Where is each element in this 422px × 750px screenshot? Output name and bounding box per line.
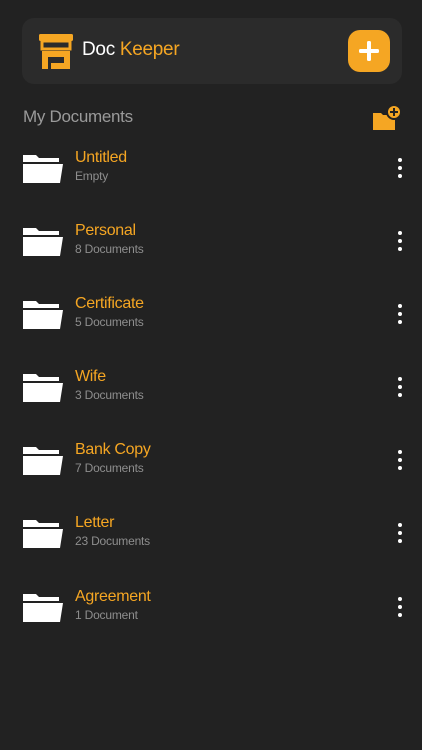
app-title-keeper: Keeper [119,39,180,60]
folder-icon [22,371,64,403]
folder-icon [22,591,64,623]
folder-name: Wife [75,368,106,385]
folder-row[interactable]: Wife 3 Documents [0,359,422,419]
folder-name: Certificate [75,295,144,312]
folder-name: Agreement [75,588,151,605]
folder-count: 8 Documents [75,242,144,256]
more-options-button[interactable] [390,446,410,474]
new-folder-button[interactable] [372,104,402,132]
plus-icon [359,41,379,61]
folder-count: 7 Documents [75,461,144,475]
folder-add-icon [373,104,402,130]
folder-count: 23 Documents [75,534,150,548]
folder-name: Untitled [75,149,127,166]
folder-row[interactable]: Bank Copy 7 Documents [0,432,422,492]
section-title: My Documents [23,107,133,126]
folder-name: Letter [75,514,115,531]
folder-icon [22,225,64,257]
more-options-button[interactable] [390,373,410,401]
more-options-button[interactable] [390,300,410,328]
folder-name: Bank Copy [75,441,151,458]
folder-icon [22,298,64,330]
more-options-button[interactable] [390,519,410,547]
app-title: Doc Keeper [82,38,180,62]
more-options-button[interactable] [390,154,410,182]
folder-count: 1 Document [75,608,138,622]
folder-row[interactable]: Agreement 1 Document [0,579,422,639]
folder-count: 5 Documents [75,315,144,329]
more-options-button[interactable] [390,227,410,255]
folder-row[interactable]: Untitled Empty [0,140,422,200]
add-document-button[interactable] [348,30,390,72]
folder-count: Empty [75,169,109,183]
folder-icon [22,444,64,476]
folder-row[interactable]: Personal 8 Documents [0,213,422,273]
folder-icon [22,517,64,549]
folder-row[interactable]: Letter 23 Documents [0,505,422,565]
folder-row[interactable]: Certificate 5 Documents [0,286,422,346]
doc-keeper-logo-icon [38,33,74,71]
app-title-doc: Doc [82,39,115,60]
app-header: Doc Keeper [22,18,402,84]
more-options-button[interactable] [390,593,410,621]
folder-count: 3 Documents [75,388,144,402]
folder-icon [22,152,64,184]
folder-name: Personal [75,222,136,239]
